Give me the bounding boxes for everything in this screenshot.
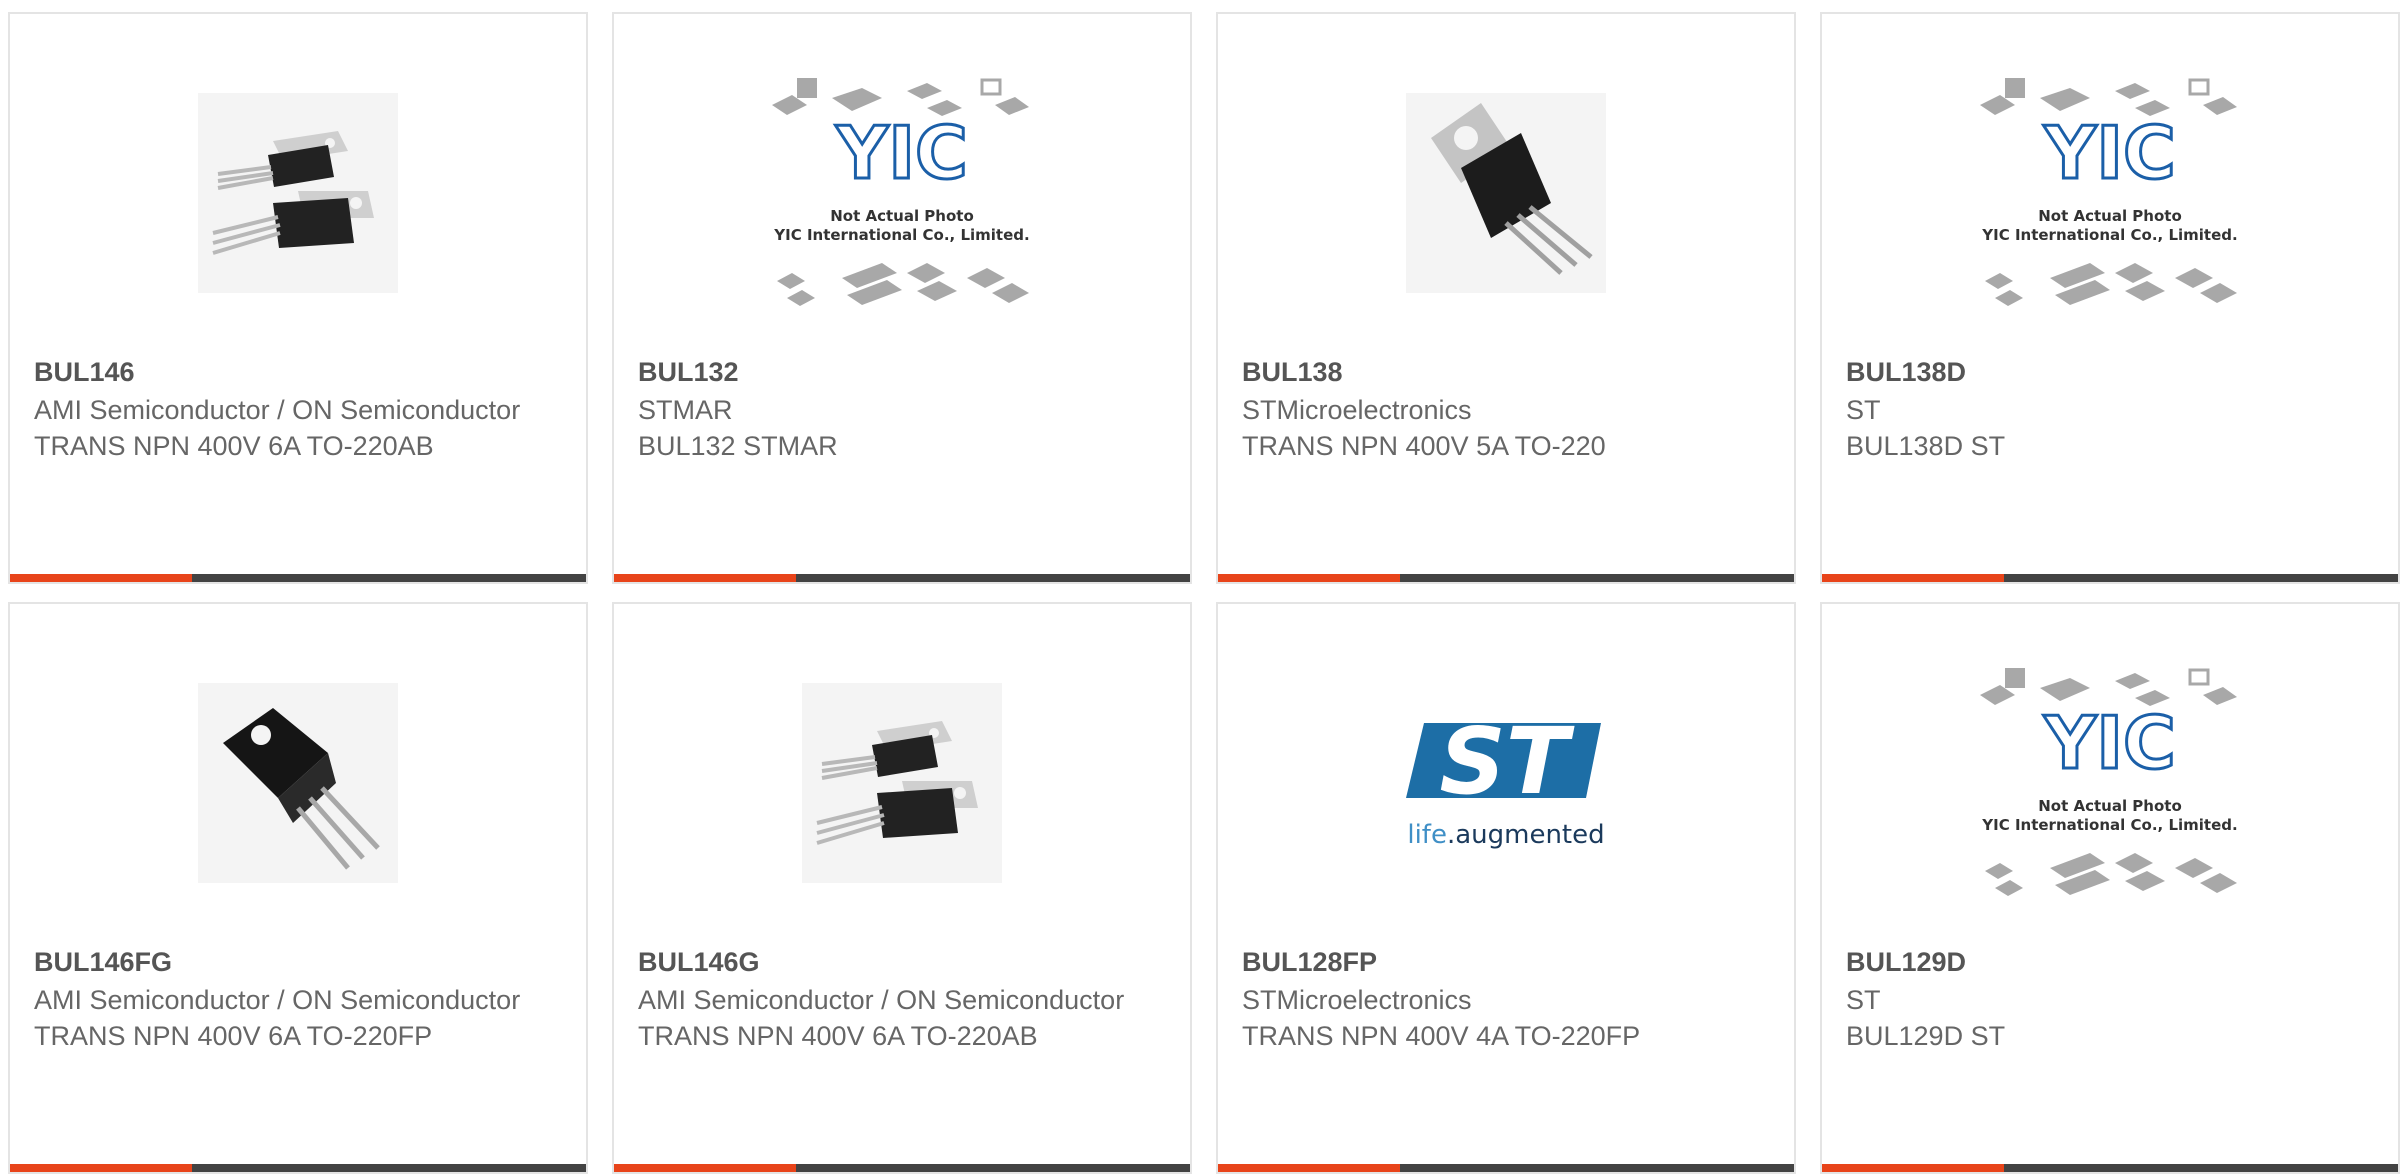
description: BUL132 STMAR xyxy=(638,431,838,461)
card-accent-bar xyxy=(614,574,796,582)
card-accent-bar xyxy=(614,1164,796,1172)
part-number[interactable]: BUL146 xyxy=(34,354,566,390)
description: BUL129D ST xyxy=(1846,1021,2006,1051)
product-image[interactable] xyxy=(10,668,586,898)
product-info: BUL132 STMAR BUL132 STMAR xyxy=(638,354,1170,464)
card-bottom-bar xyxy=(1822,574,2398,582)
product-grid: BUL146 AMI Semiconductor / ON Semiconduc… xyxy=(8,12,2400,1174)
part-number[interactable]: BUL128FP xyxy=(1242,944,1774,980)
card-accent-bar xyxy=(1822,1164,2004,1172)
manufacturer: AMI Semiconductor / ON Semiconductor xyxy=(34,395,521,425)
manufacturer: STMAR xyxy=(638,395,733,425)
part-number[interactable]: BUL132 xyxy=(638,354,1170,390)
yic-logo-text: YIC xyxy=(835,111,968,195)
card-accent-bar xyxy=(1822,574,2004,582)
part-number[interactable]: BUL138D xyxy=(1846,354,2378,390)
placeholder-caption-line1: Not Actual Photo xyxy=(2038,207,2182,225)
description: TRANS NPN 400V 6A TO-220AB xyxy=(34,431,434,461)
st-logo-mark: ST xyxy=(1439,708,1574,815)
product-info: BUL129D ST BUL129D ST xyxy=(1846,944,2378,1054)
product-info: BUL146FG AMI Semiconductor / ON Semicond… xyxy=(34,944,566,1054)
yic-logo-text: YIC xyxy=(2043,701,2176,785)
two-to220-transistors-photo xyxy=(198,93,398,293)
yic-placeholder-photo: YIC Not Actual Photo YIC International C… xyxy=(772,78,1030,306)
manufacturer: STMicroelectronics xyxy=(1242,395,1472,425)
product-info: BUL146 AMI Semiconductor / ON Semiconduc… xyxy=(34,354,566,464)
card-bottom-bar xyxy=(10,574,586,582)
part-number[interactable]: BUL129D xyxy=(1846,944,2378,980)
product-image[interactable]: YIC Not Actual Photo YIC International C… xyxy=(1822,78,2398,308)
product-card[interactable]: YIC Not Actual Photo YIC International C… xyxy=(612,12,1192,584)
card-bottom-bar xyxy=(1822,1164,2398,1172)
product-image[interactable] xyxy=(614,668,1190,898)
two-to220-transistors-photo xyxy=(802,683,1002,883)
manufacturer: AMI Semiconductor / ON Semiconductor xyxy=(34,985,521,1015)
st-logo: ST life.augmented xyxy=(1406,708,1605,850)
manufacturer: ST xyxy=(1846,985,1881,1015)
card-bottom-bar xyxy=(614,1164,1190,1172)
product-image[interactable]: ST life.augmented xyxy=(1218,668,1794,898)
manufacturer: STMicroelectronics xyxy=(1242,985,1472,1015)
placeholder-caption-line2: YIC International Co., Limited. xyxy=(1981,816,2237,834)
single-to220-transistor-photo xyxy=(1406,93,1606,293)
to220fp-transistor-photo xyxy=(198,683,398,883)
placeholder-caption-line2: YIC International Co., Limited. xyxy=(773,226,1029,244)
card-bottom-bar xyxy=(1218,1164,1794,1172)
card-accent-bar xyxy=(1218,574,1400,582)
placeholder-caption-line1: Not Actual Photo xyxy=(830,207,974,225)
product-card[interactable]: YIC Not Actual Photo YIC International C… xyxy=(1820,602,2400,1174)
card-accent-bar xyxy=(10,1164,192,1172)
product-info: BUL138D ST BUL138D ST xyxy=(1846,354,2378,464)
placeholder-caption-line1: Not Actual Photo xyxy=(2038,797,2182,815)
yic-placeholder-photo: YIC Not Actual Photo YIC International C… xyxy=(1980,78,2238,306)
product-card[interactable]: BUL138 STMicroelectronics TRANS NPN 400V… xyxy=(1216,12,1796,584)
placeholder-caption-line2: YIC International Co., Limited. xyxy=(1981,226,2237,244)
product-card[interactable]: ST life.augmented BUL128FP STMicroelectr… xyxy=(1216,602,1796,1174)
part-number[interactable]: BUL146FG xyxy=(34,944,566,980)
description: TRANS NPN 400V 6A TO-220AB xyxy=(638,1021,1038,1051)
product-image[interactable] xyxy=(10,78,586,308)
st-logo-tagline-life: life xyxy=(1407,820,1447,850)
product-image[interactable]: YIC Not Actual Photo YIC International C… xyxy=(614,78,1190,308)
card-bottom-bar xyxy=(10,1164,586,1172)
yic-logo-text: YIC xyxy=(2043,111,2176,195)
part-number[interactable]: BUL146G xyxy=(638,944,1170,980)
product-card[interactable]: YIC Not Actual Photo YIC International C… xyxy=(1820,12,2400,584)
product-info: BUL128FP STMicroelectronics TRANS NPN 40… xyxy=(1242,944,1774,1054)
card-accent-bar xyxy=(10,574,192,582)
yic-placeholder-photo: YIC Not Actual Photo YIC International C… xyxy=(1980,668,2238,896)
card-accent-bar xyxy=(1218,1164,1400,1172)
card-bottom-bar xyxy=(614,574,1190,582)
description: TRANS NPN 400V 5A TO-220 xyxy=(1242,431,1606,461)
description: BUL138D ST xyxy=(1846,431,2006,461)
product-card[interactable]: BUL146G AMI Semiconductor / ON Semicondu… xyxy=(612,602,1192,1174)
product-card[interactable]: BUL146FG AMI Semiconductor / ON Semicond… xyxy=(8,602,588,1174)
product-image[interactable] xyxy=(1218,78,1794,308)
description: TRANS NPN 400V 4A TO-220FP xyxy=(1242,1021,1641,1051)
card-bottom-bar xyxy=(1218,574,1794,582)
part-number[interactable]: BUL138 xyxy=(1242,354,1774,390)
description: TRANS NPN 400V 6A TO-220FP xyxy=(34,1021,433,1051)
manufacturer: ST xyxy=(1846,395,1881,425)
manufacturer: AMI Semiconductor / ON Semiconductor xyxy=(638,985,1125,1015)
product-image[interactable]: YIC Not Actual Photo YIC International C… xyxy=(1822,668,2398,898)
st-logo-tagline: life.augmented xyxy=(1407,820,1604,850)
product-card[interactable]: BUL146 AMI Semiconductor / ON Semiconduc… xyxy=(8,12,588,584)
product-info: BUL146G AMI Semiconductor / ON Semicondu… xyxy=(638,944,1170,1054)
st-logo-tagline-augmented: .augmented xyxy=(1447,820,1605,850)
product-info: BUL138 STMicroelectronics TRANS NPN 400V… xyxy=(1242,354,1774,464)
